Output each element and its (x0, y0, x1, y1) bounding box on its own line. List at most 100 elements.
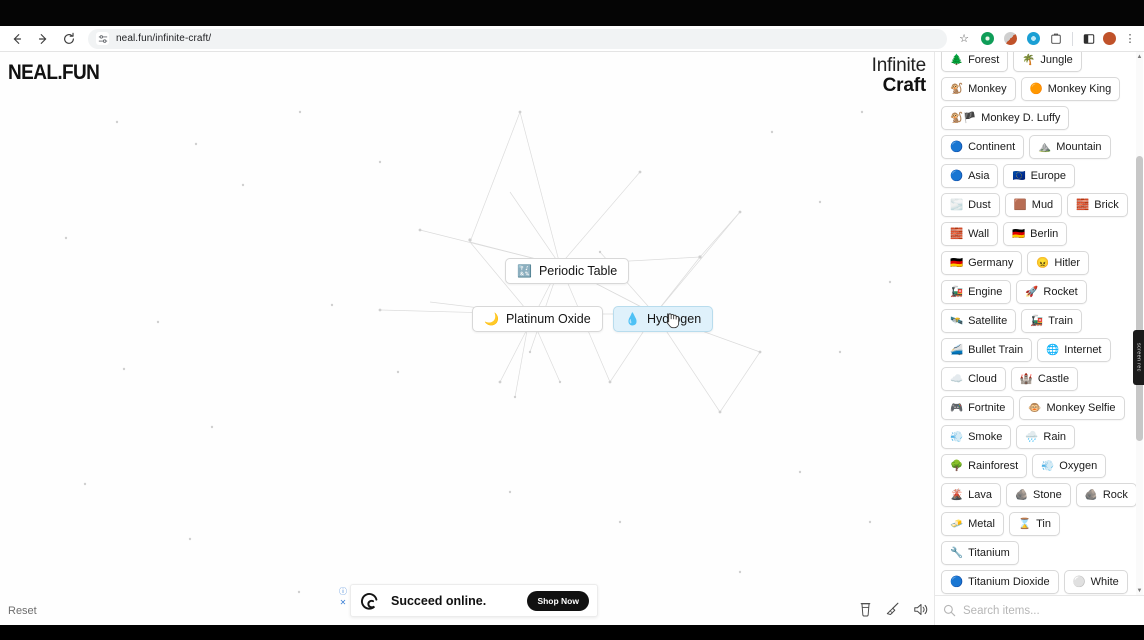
item-emoji-icon: 🚄 (950, 343, 964, 356)
crafting-canvas[interactable]: NEAL.FUN Infinite Craft Reset 🔣 Periodic … (0, 52, 934, 625)
item-emoji-icon: 🐒 (950, 82, 964, 95)
item-emoji-icon: 🔵 (950, 575, 964, 588)
extension-icon-3[interactable] (1024, 30, 1042, 48)
canvas-card[interactable]: 🌙 Platinum Oxide (472, 306, 603, 332)
navigation-buttons (0, 28, 80, 50)
neal-fun-logo[interactable]: NEAL.FUN (8, 61, 100, 86)
extension-icon-1[interactable] (978, 30, 996, 48)
sidebar-item-continent[interactable]: 🔵 Continent (941, 135, 1025, 159)
item-emoji-icon: 🔵 (950, 169, 964, 182)
search-input[interactable] (963, 604, 1113, 617)
sidebar-item-lava[interactable]: 🌋 Lava (941, 483, 1001, 507)
sidebar-item-oxygen[interactable]: 💨 Oxygen (1032, 454, 1107, 478)
scroll-up-arrow[interactable]: ▲ (1136, 52, 1143, 61)
address-bar[interactable]: neal.fun/infinite-craft/ (88, 28, 947, 49)
ad-info-icon[interactable]: ⓘ (339, 588, 347, 596)
sidebar-item-rocket[interactable]: 🚀 Rocket (1016, 280, 1087, 304)
sidebar-item-train[interactable]: 🚂 Train (1021, 309, 1082, 333)
sidebar-item-hitler[interactable]: 😠 Hitler (1027, 251, 1090, 275)
item-label: Rock (1102, 489, 1128, 501)
site-settings-icon[interactable] (96, 32, 109, 45)
item-label: Germany (968, 257, 1014, 269)
sidebar-item-brick[interactable]: 🧱 Brick (1067, 193, 1128, 217)
item-emoji-icon: 🛰️ (950, 314, 964, 327)
sidebar-item-metal[interactable]: 🧈 Metal (941, 512, 1004, 536)
toolbar-divider (1072, 31, 1073, 46)
ad-close-icon[interactable]: ✕ (340, 599, 347, 607)
ad-banner[interactable]: ⓘ ✕ Succeed online. Shop Now (339, 584, 598, 617)
items-scroll-area[interactable]: 🌲 Forest 🌴 Jungle 🐒 Monkey 🟠 Monkey King 🐒🏴 Monke… (935, 52, 1144, 595)
canvas-card[interactable]: 💧 Hydrogen (613, 306, 714, 332)
sidebar-item-mud[interactable]: 🟫 Mud (1004, 193, 1063, 217)
sidebar-item-monkey-king[interactable]: 🟠 Monkey King (1020, 77, 1121, 101)
item-emoji-icon: 🔧 (950, 546, 964, 559)
search-bar[interactable] (935, 595, 1144, 625)
browser-menu-icon[interactable]: ⋮ (1121, 30, 1139, 48)
sidebar-item-internet[interactable]: 🌐 Internet (1037, 338, 1111, 362)
item-emoji-icon: ⚪ (1072, 575, 1086, 588)
sidebar-item-monkey-d-luffy[interactable]: 🐒🏴 Monkey D. Luffy (941, 106, 1070, 130)
sidebar-item-monkey[interactable]: 🐒 Monkey (941, 77, 1016, 101)
sidebar-item-forest[interactable]: 🌲 Forest (941, 52, 1009, 72)
item-label: Oxygen (1059, 460, 1098, 472)
canvas-card[interactable]: 🔣 Periodic Table (505, 258, 630, 284)
items-sidebar: 🌲 Forest 🌴 Jungle 🐒 Monkey 🟠 Monkey King 🐒🏴 Monke… (934, 52, 1144, 625)
sidebar-item-rock[interactable]: 🪨 Rock (1075, 483, 1137, 507)
sidebar-item-mountain[interactable]: ⛰️ Mountain (1029, 135, 1111, 159)
split-panel-icon[interactable] (1080, 30, 1098, 48)
card-label: Hydrogen (646, 312, 702, 326)
sidebar-item-berlin[interactable]: 🇩🇪 Berlin (1003, 222, 1068, 246)
coffee-cup-icon[interactable] (858, 601, 873, 617)
item-emoji-icon: 🧈 (950, 517, 964, 530)
item-label: Monkey Selfie (1046, 402, 1116, 414)
sidebar-item-white[interactable]: ⚪ White (1063, 570, 1128, 594)
sidebar-item-dust[interactable]: 🌫️ Dust (941, 193, 1000, 217)
sidebar-scrollbar-thumb[interactable] (1136, 156, 1143, 441)
item-emoji-icon: 🐒🏴 (950, 111, 977, 124)
item-label: Dust (968, 199, 991, 211)
sidebar-item-wall[interactable]: 🧱 Wall (941, 222, 999, 246)
sidebar-item-castle[interactable]: 🏰 Castle (1010, 367, 1079, 391)
sidebar-item-jungle[interactable]: 🌴 Jungle (1013, 52, 1082, 72)
sidebar-item-rainforest[interactable]: 🌳 Rainforest (941, 454, 1028, 478)
forward-icon[interactable] (32, 28, 54, 50)
sidebar-item-cloud[interactable]: ☁️ Cloud (941, 367, 1006, 391)
sidebar-item-fortnite[interactable]: 🎮 Fortnite (941, 396, 1015, 420)
sidebar-item-tin[interactable]: ⌛ Tin (1008, 512, 1060, 536)
sidebar-item-germany[interactable]: 🇩🇪 Germany (941, 251, 1023, 275)
bookmark-star-icon[interactable]: ☆ (955, 30, 973, 48)
items-list: 🌲 Forest 🌴 Jungle 🐒 Monkey 🟠 Monkey King 🐒🏴 Monke… (941, 52, 1138, 595)
sidebar-item-asia[interactable]: 🔵 Asia (941, 164, 999, 188)
sidebar-item-monkey-selfie[interactable]: 🐵 Monkey Selfie (1019, 396, 1125, 420)
item-label: Titanium (968, 547, 1010, 559)
reload-icon[interactable] (58, 28, 80, 50)
scroll-down-arrow[interactable]: ▼ (1136, 586, 1143, 595)
reset-button[interactable]: Reset (8, 605, 37, 617)
sound-icon[interactable] (913, 602, 929, 617)
extension-icon-2[interactable] (1001, 30, 1019, 48)
card-label: Platinum Oxide (505, 312, 591, 326)
item-emoji-icon: 💨 (1041, 459, 1055, 472)
ad-cta-button[interactable]: Shop Now (527, 590, 589, 611)
item-label: Stone (1033, 489, 1062, 501)
sidebar-item-bullet-train[interactable]: 🚄 Bullet Train (941, 338, 1033, 362)
item-emoji-icon: 😠 (1036, 256, 1050, 269)
card-emoji-icon: 🔣 (517, 264, 532, 278)
screen-rec-tab[interactable]: screen rec (1133, 330, 1144, 385)
back-icon[interactable] (6, 28, 28, 50)
sidebar-item-engine[interactable]: 🚂 Engine (941, 280, 1012, 304)
item-label: Rocket (1043, 286, 1078, 298)
broom-icon[interactable] (885, 601, 901, 617)
sidebar-item-satellite[interactable]: 🛰️ Satellite (941, 309, 1017, 333)
extensions-puzzle-icon[interactable] (1047, 30, 1065, 48)
profile-avatar[interactable] (1103, 32, 1116, 45)
card-label: Periodic Table (538, 264, 618, 278)
sidebar-item-stone[interactable]: 🪨 Stone (1005, 483, 1071, 507)
sidebar-item-rain[interactable]: 🌧️ Rain (1016, 425, 1076, 449)
item-emoji-icon: 🪨 (1084, 488, 1098, 501)
sidebar-item-titanium[interactable]: 🔧 Titanium (941, 541, 1019, 565)
sidebar-item-europe[interactable]: 🇪🇺 Europe (1003, 164, 1076, 188)
sidebar-item-smoke[interactable]: 💨 Smoke (941, 425, 1012, 449)
sidebar-item-titanium-dioxide[interactable]: 🔵 Titanium Dioxide (941, 570, 1059, 594)
url-text: neal.fun/infinite-craft/ (116, 33, 212, 44)
